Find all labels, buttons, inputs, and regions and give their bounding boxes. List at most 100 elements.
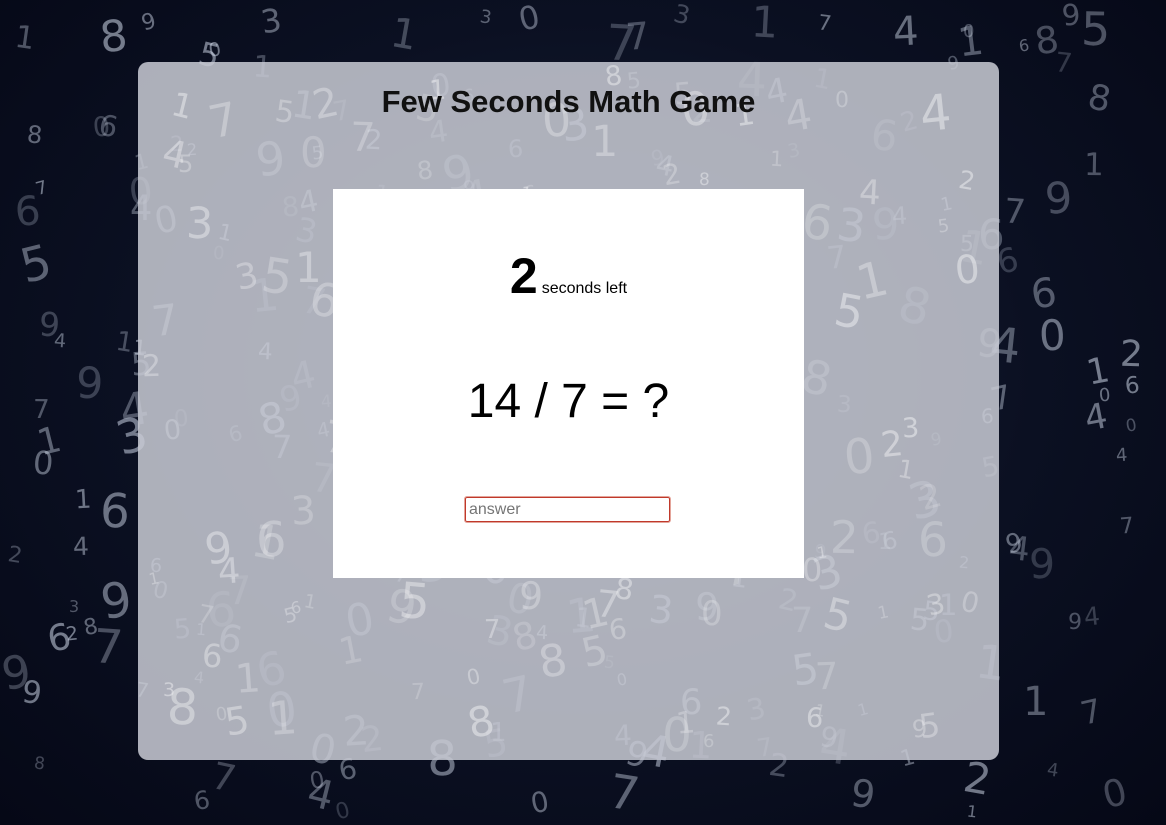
background-digit: 3	[185, 198, 214, 250]
background-digit: 9	[0, 643, 36, 702]
background-digit: 0	[801, 550, 824, 590]
background-digit: 2	[915, 474, 946, 519]
background-digit: 2	[960, 752, 995, 805]
background-digit: 0	[464, 663, 483, 691]
countdown-timer: 2 seconds left	[333, 247, 804, 305]
background-digit: 3	[68, 596, 80, 617]
background-digit: 9	[37, 304, 62, 345]
background-digit: 5	[14, 234, 58, 295]
background-digit: 6	[1123, 372, 1141, 400]
background-digit: 8	[97, 10, 130, 64]
background-digit: 5	[257, 246, 297, 308]
background-digit: 1	[295, 243, 322, 292]
background-digit: 8	[1084, 77, 1114, 121]
background-digit: 2	[1119, 333, 1144, 376]
background-digit: 1	[12, 18, 38, 58]
background-digit: 8	[1031, 17, 1062, 64]
background-digit: 7	[349, 114, 377, 162]
background-digit: 2	[64, 622, 80, 646]
background-digit: 1	[749, 0, 780, 49]
background-digit: 2	[829, 510, 860, 565]
background-digit: 7	[1002, 191, 1028, 233]
math-question: 14 / 7 = ?	[467, 375, 670, 428]
background-digit: 1	[769, 146, 785, 172]
background-digit: 5	[577, 626, 613, 678]
background-digit: 7	[195, 598, 217, 631]
background-digit: 8	[25, 120, 44, 150]
background-digit: 6	[201, 636, 224, 676]
background-digit: 4	[891, 8, 920, 56]
background-digit: 3	[258, 0, 285, 42]
page-title: Few Seconds Math Game	[381, 84, 756, 119]
background-digit: 1	[1023, 679, 1049, 725]
background-digit: 7	[814, 654, 840, 699]
background-digit: 8	[507, 612, 542, 661]
background-digit: 0	[299, 127, 328, 178]
background-digit: 1	[876, 602, 891, 624]
background-digit: 5	[1080, 1, 1111, 57]
background-digit: 5	[936, 215, 951, 238]
background-digit: 1	[266, 690, 300, 746]
background-digit: 0	[91, 111, 112, 144]
background-digit: 0	[1124, 415, 1139, 437]
background-digit: 3	[289, 488, 317, 535]
background-digit: 9	[1043, 173, 1075, 225]
seconds-remaining: 2	[509, 248, 538, 304]
background-digit: 0	[332, 797, 353, 825]
background-digit: 9	[1067, 609, 1083, 636]
background-digit: 9	[138, 8, 159, 37]
background-digit: 6	[703, 731, 715, 752]
background-digit: 4	[857, 172, 882, 214]
background-digit: 8	[32, 753, 47, 775]
background-digit: 0	[1037, 310, 1067, 361]
background-digit: 6	[98, 483, 132, 540]
background-digit: 3	[901, 412, 920, 445]
seconds-label: seconds left	[541, 280, 628, 297]
background-digit: 8	[415, 155, 435, 186]
background-digit: 4	[1115, 444, 1129, 467]
background-digit: 3	[923, 586, 949, 623]
background-digit: 2	[878, 423, 906, 467]
background-digit: 9	[1028, 539, 1056, 589]
background-digit: 0	[527, 784, 552, 821]
background-digit: 1	[591, 117, 619, 167]
background-digit: 6	[798, 193, 837, 253]
background-digit: 8	[534, 633, 572, 690]
background-digit: 1	[233, 655, 263, 703]
background-digit: 9	[1060, 0, 1083, 33]
background-digit: 9	[518, 573, 544, 619]
background-digit: 4	[1045, 759, 1060, 782]
background-digit: 6	[805, 702, 824, 735]
background-digit: 7	[32, 394, 50, 426]
background-digit: 2	[141, 348, 162, 385]
background-digit: 1	[965, 801, 979, 822]
background-digit: 3	[231, 255, 263, 299]
background-digit: 7	[1076, 691, 1106, 733]
background-digit: 1	[147, 568, 161, 589]
background-digit: 3	[670, 0, 693, 31]
background-digit: 7	[1118, 513, 1136, 540]
background-digit: 0	[957, 584, 983, 621]
background-digit: 1	[302, 590, 319, 614]
background-digit: 6	[917, 512, 949, 569]
background-digit: 9	[910, 714, 929, 744]
background-digit: 2	[660, 156, 684, 193]
background-digit: 1	[1083, 146, 1105, 184]
background-digit: 8	[698, 169, 711, 191]
background-digit: 7	[207, 754, 240, 801]
game-panel: Few Seconds Math Game 2 seconds left 14 /…	[138, 62, 999, 760]
background-digit: 0	[701, 594, 723, 634]
background-digit: 0	[514, 0, 544, 39]
background-digit: 9	[848, 770, 879, 818]
background-digit: 9	[201, 522, 236, 576]
background-digit: 0	[1098, 769, 1132, 818]
background-digit: 5	[818, 588, 858, 644]
background-digit: 6	[1017, 35, 1031, 56]
background-digit: 7	[410, 679, 426, 706]
background-digit: 2	[956, 164, 978, 197]
background-digit: 7	[816, 10, 833, 36]
background-digit: 0	[963, 21, 975, 42]
background-digit: 7	[483, 614, 501, 646]
answer-input[interactable]	[464, 496, 671, 523]
background-digit: 1	[335, 627, 367, 674]
